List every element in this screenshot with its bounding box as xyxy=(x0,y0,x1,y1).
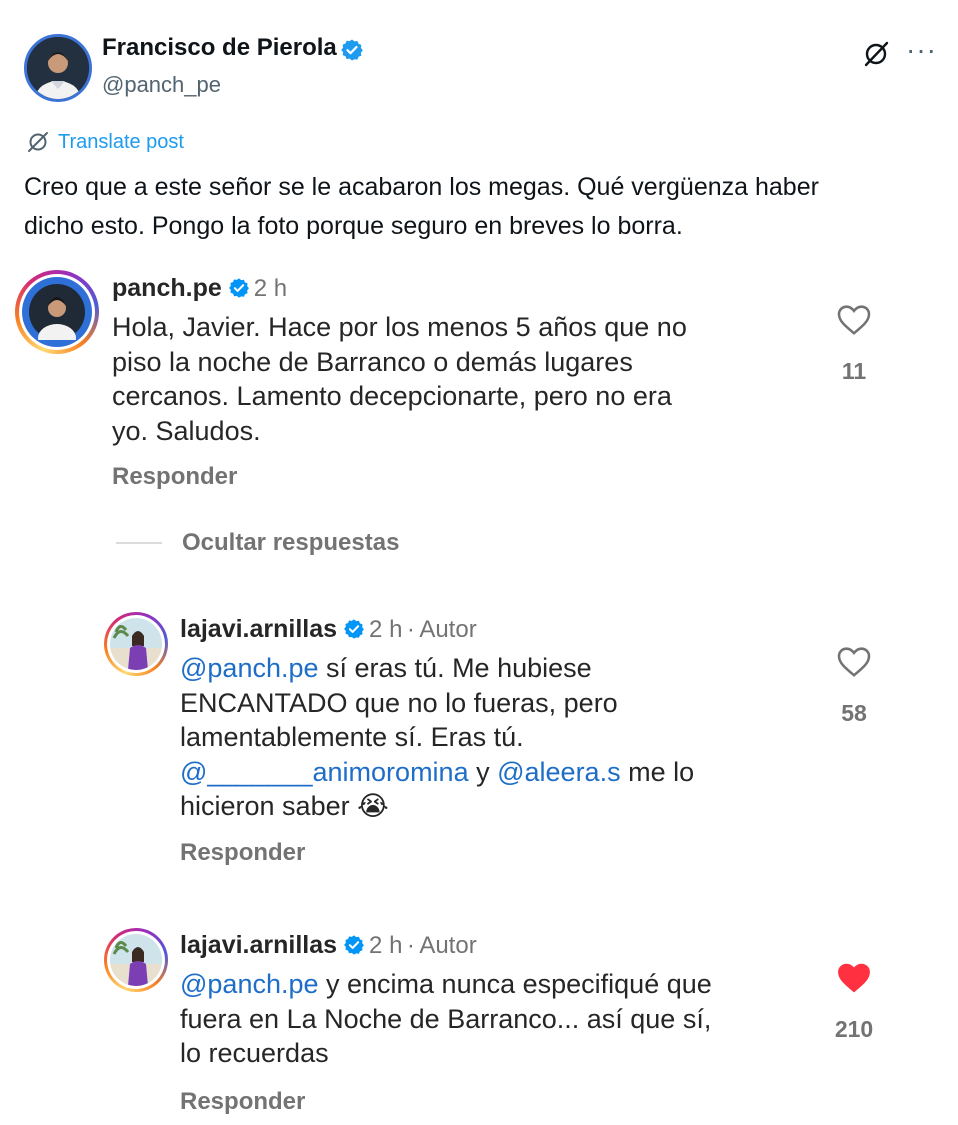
mention-link[interactable]: @panch.pe xyxy=(180,969,319,999)
heart-icon[interactable] xyxy=(836,644,872,678)
comment-line: @panch.pe sí eras tú. Me hubiese xyxy=(180,651,820,686)
like-count: 11 xyxy=(841,358,867,384)
comment-header: panch.pe 2 h xyxy=(112,274,287,303)
post-text-line: dicho esto. Pongo la foto porque seguro … xyxy=(24,212,683,240)
comment-line: @panch.pe y encima nunca especifiqué que xyxy=(180,967,820,1002)
comment-line: lamentablemente sí. Eras tú. xyxy=(180,722,524,752)
comment-time: 2 h xyxy=(369,616,403,643)
like-count: 58 xyxy=(841,700,867,726)
post-author-avatar[interactable] xyxy=(24,34,92,102)
comment-time: 2 h xyxy=(369,932,403,959)
comment-text: @panch.pe sí eras tú. Me hubiese ENCANTA… xyxy=(180,651,820,824)
comment-username[interactable]: lajavi.arnillas xyxy=(180,615,337,643)
comment-line-text: y encima nunca especifiqué que xyxy=(318,969,712,999)
comment-line-text: me lo xyxy=(620,756,695,787)
heart-filled-icon[interactable] xyxy=(836,960,872,994)
meta-separator: · xyxy=(406,932,415,959)
avatar-photo xyxy=(27,37,89,99)
comment-text: @panch.pe y encima nunca especifiqué que… xyxy=(180,967,820,1071)
verified-badge-icon xyxy=(344,935,364,955)
comment-line-text: y xyxy=(468,756,498,787)
comment-line: lo recuerdas xyxy=(180,1038,329,1068)
comment-username[interactable]: panch.pe xyxy=(112,274,222,302)
like-count: 210 xyxy=(834,1016,874,1042)
avatar-photo xyxy=(29,284,85,340)
grok-icon[interactable] xyxy=(862,40,890,68)
translate-post-link[interactable]: Translate post xyxy=(26,130,184,154)
translate-icon xyxy=(28,132,48,152)
comment-line-text: hicieron saber xyxy=(180,791,350,821)
comment-line: piso la noche de Barranco o demás lugare… xyxy=(112,346,633,377)
comment-line: Hola, Javier. Hace por los menos 5 años … xyxy=(112,312,687,342)
mention-link[interactable]: @aleera.s xyxy=(497,757,620,787)
comment-line: hicieron saber 😭 xyxy=(180,789,820,824)
comment-line: yo. Saludos. xyxy=(112,415,261,446)
heart-icon[interactable] xyxy=(836,302,872,336)
comment-text: Hola, Javier. Hace por los menos 5 años … xyxy=(112,310,812,448)
reply-button[interactable]: Responder xyxy=(180,839,305,867)
commenter-avatar[interactable] xyxy=(104,612,168,676)
hide-replies-button[interactable]: Ocultar respuestas xyxy=(182,529,399,557)
meta-separator: · xyxy=(406,616,415,643)
avatar-photo xyxy=(110,618,162,670)
mention-link[interactable]: @panch.pe xyxy=(180,653,319,683)
comment-time: 2 h xyxy=(253,275,288,302)
comment-line: fuera en La Noche de Barranco... así que… xyxy=(180,1003,712,1034)
mention-link[interactable]: @_______animoromina xyxy=(180,757,469,787)
comment-line: @_______animoromina y @aleera.s me lo xyxy=(180,755,820,790)
divider xyxy=(116,542,162,544)
avatar-photo xyxy=(110,934,162,986)
verified-badge-icon xyxy=(344,619,364,639)
post-author-name[interactable]: Francisco de Pierola xyxy=(102,34,337,62)
verified-badge-icon xyxy=(341,39,363,61)
author-tag: Autor xyxy=(419,932,477,959)
comment-line: ENCANTADO que no lo fueras, pero xyxy=(180,687,618,718)
commenter-avatar[interactable] xyxy=(104,928,168,992)
post-text-line: Creo que a este señor se le acabaron los… xyxy=(24,173,819,201)
reply-button[interactable]: Responder xyxy=(180,1088,305,1116)
comment-line: cercanos. Lamento decepcionarte, pero no… xyxy=(112,381,672,411)
more-icon[interactable]: ··· xyxy=(906,34,937,66)
reply-button[interactable]: Responder xyxy=(112,463,237,491)
author-tag: Autor xyxy=(419,616,477,643)
post-author-handle[interactable]: @panch_pe xyxy=(102,72,221,98)
comment-header: lajavi.arnillas 2 h · Autor xyxy=(180,615,477,644)
post-text: Creo que a este señor se le acabaron los… xyxy=(24,168,924,246)
translate-label: Translate post xyxy=(58,130,184,153)
crying-emoji: 😭 xyxy=(357,791,389,821)
verified-badge-icon xyxy=(228,278,249,298)
comment-username[interactable]: lajavi.arnillas xyxy=(180,931,337,959)
comment-line-text: sí eras tú. Me hubiese xyxy=(318,653,592,683)
comment-header: lajavi.arnillas 2 h · Autor xyxy=(180,931,477,960)
commenter-avatar[interactable] xyxy=(15,270,99,354)
